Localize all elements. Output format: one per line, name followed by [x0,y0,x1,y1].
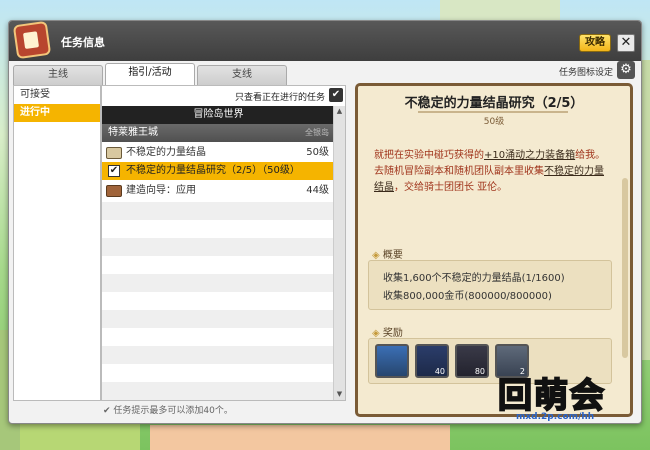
window-title: 任务信息 [61,36,105,49]
quest-icon-settings-label: 任务图标设定 [559,68,614,78]
sidebar-item-available[interactable]: 可接受 [14,86,100,104]
crystal-icon[interactable]: 40 [415,344,449,378]
filter-row: 只查看正在进行的任务 ✔ [102,86,347,106]
book-brown-icon [106,185,122,197]
empty-row [102,310,335,328]
subregion-tag: 全银岛 [305,128,329,137]
scroll-up-arrow-icon[interactable]: ▲ [334,106,345,117]
quest-description: 就把在实验中碰巧获得的+10涌动之力装备箱给我。 去随机冒险副本和随机团队副本里… [374,148,612,196]
desc-text: 给我。 [575,150,606,161]
title-bar[interactable]: 任务信息 攻略 ✕ [9,20,641,61]
tab-side[interactable]: 支线 [197,65,287,85]
subregion-label: 特莱雅王城 [108,127,158,138]
summary-line: 收集1,600个不稳定的力量结晶(1/1600) [383,273,565,284]
summary-heading: 概要 [372,246,403,261]
desc-text: 去随机冒险副本和随机团队副本里收集 [374,166,544,177]
quest-list-scrollbar[interactable]: ▲ ▼ [333,106,345,400]
quest-row-selected[interactable]: ✔ 不稳定的力量结晶研究（2/5）（50级） [102,162,335,180]
quest-status-sidebar: 可接受 进行中 [13,85,101,401]
detail-scrollbar[interactable] [622,178,628,358]
filter-checkbox[interactable]: ✔ [329,88,343,102]
guide-button[interactable]: 攻略 [579,34,611,52]
watermark-logo: 回萌会 mxd.2p.com/hh [497,368,648,428]
ornament-divider [418,111,568,113]
desc-text: ，交给骑士团团长 亚伦。 [394,182,508,193]
watermark-url: mxd.2p.com/hh [516,412,595,422]
empty-row [102,238,335,256]
scroll-down-arrow-icon[interactable]: ▼ [334,389,345,400]
quest-name: 建造向导：应用 [126,185,196,196]
empty-row [102,274,335,292]
quest-book-icon [12,20,52,60]
empty-row [102,382,335,400]
tab-guide-event[interactable]: 指引/活动 [105,63,195,85]
footer-note: ✔ 任务提示最多可以添加40个。 [103,403,233,416]
footer-note-text: 任务提示最多可以添加40个。 [113,406,233,416]
check-icon: ✔ [103,406,111,416]
empty-row [102,202,335,220]
sidebar-item-in-progress[interactable]: 进行中 [14,104,100,122]
treasure-chest-icon[interactable] [375,344,409,378]
quest-level: 50级 [306,147,329,158]
summary-box: 收集1,600个不稳定的力量结晶(1/1600) 收集800,000金币(800… [368,260,612,310]
subregion-header[interactable]: 特莱雅王城 全银岛 [102,124,335,142]
summary-line: 收集800,000金币(800000/800000) [383,291,552,302]
watermark-logo-text: 回萌会 [497,375,606,417]
reward-count: 80 [474,367,485,376]
reward-heading: 奖励 [372,324,403,339]
desc-text: 就把在实验中碰巧获得的 [374,150,484,161]
detail-title: 不稳定的力量结晶研究（2/5） [404,96,584,111]
quest-name: 不稳定的力量结晶研究（2/5）（50级） [126,165,300,176]
desc-item-link[interactable]: +10涌动之力装备箱 [484,150,575,161]
empty-row [102,346,335,364]
region-header[interactable]: 冒险岛世界 [102,106,335,124]
quest-row[interactable]: 不稳定的力量结晶 50级 [102,144,335,162]
detail-level: 50级 [483,117,505,127]
gear-icon[interactable]: ⚙ [617,61,635,79]
quest-name: 不稳定的力量结晶 [126,147,206,158]
quest-row[interactable]: 建造向导：应用 44级 [102,182,335,200]
background-block [20,420,140,450]
reward-count: 40 [434,367,445,376]
tab-main[interactable]: 主线 [13,65,103,85]
heart-gem-icon[interactable]: 80 [455,344,489,378]
book-icon [106,147,122,159]
filter-label: 只查看正在进行的任务 [234,93,325,103]
close-button[interactable]: ✕ [617,34,635,52]
quest-level: 44级 [306,185,329,196]
checkbox-icon[interactable]: ✔ [108,165,120,177]
quest-list: 只查看正在进行的任务 ✔ 冒险岛世界 特莱雅王城 全银岛 不稳定的力量结晶 50… [101,85,346,401]
background-block [150,425,450,450]
quest-info-window: 任务信息 攻略 ✕ 主线 指引/活动 支线 任务图标设定 ⚙ 可接受 进行中 只… [8,20,642,424]
quest-detail-panel: 不稳定的力量结晶研究（2/5） 50级 就把在实验中碰巧获得的+10涌动之力装备… [355,83,633,417]
